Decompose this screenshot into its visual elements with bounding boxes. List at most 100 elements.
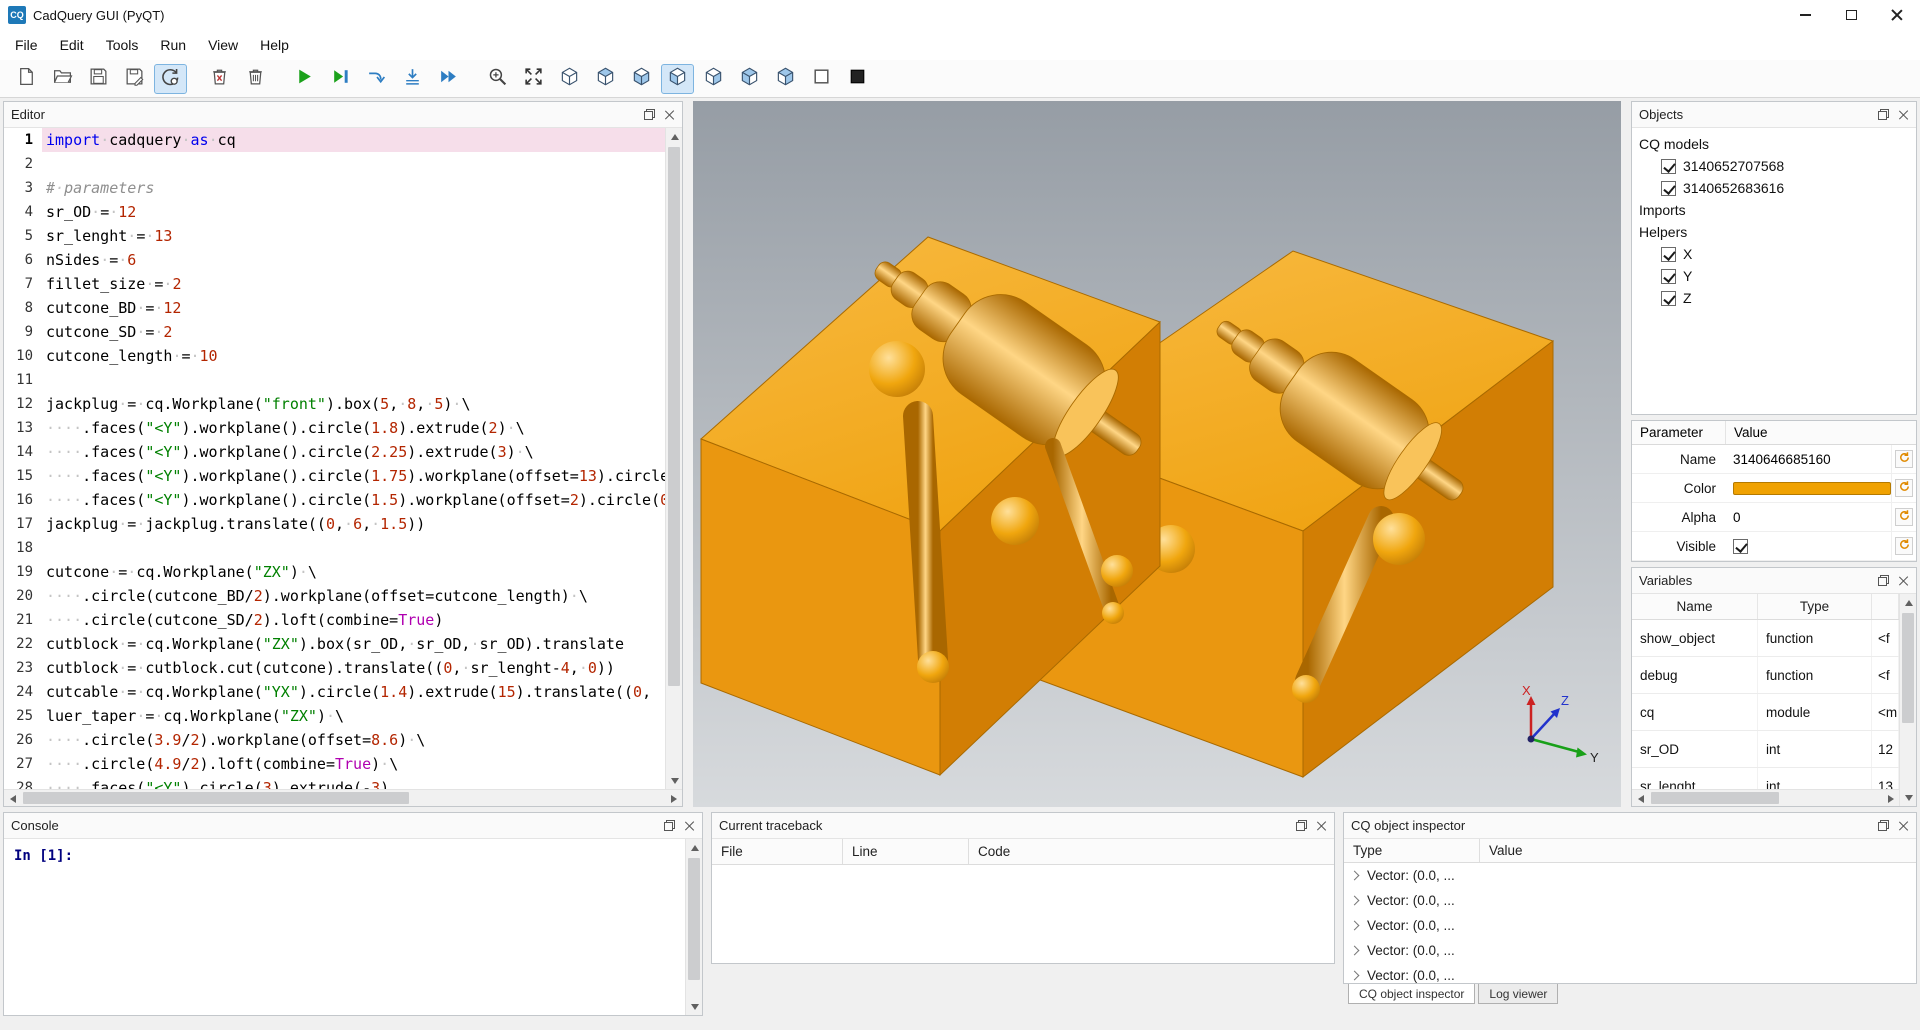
code-line[interactable]: 4sr_OD·=·12 (4, 200, 665, 224)
menu-help[interactable]: Help (249, 32, 300, 58)
code-line[interactable]: 16····.faces("<Y").workplane().circle(1.… (4, 488, 665, 512)
scroll-right-icon[interactable] (1882, 790, 1899, 807)
view-front-button[interactable] (661, 64, 694, 94)
menu-file[interactable]: File (4, 32, 49, 58)
code-line[interactable]: 19cutcone·=·cq.Workplane("ZX")·\ (4, 560, 665, 584)
code-line[interactable]: 22cutblock·=·cq.Workplane("ZX").box(sr_O… (4, 632, 665, 656)
wireframe-mode-button[interactable] (805, 64, 838, 94)
scrollbar-thumb[interactable] (668, 147, 680, 686)
variable-row-debug[interactable]: debugfunction<f (1632, 657, 1899, 694)
tree-item-y[interactable]: Y (1634, 265, 1914, 287)
code-line[interactable]: 23cutblock·=·cutblock.cut(cutcone).trans… (4, 656, 665, 680)
scrollbar-thumb[interactable] (1651, 792, 1779, 804)
code-line[interactable]: 27····.circle(4.9/2).loft(combine=True)·… (4, 752, 665, 776)
scroll-left-icon[interactable] (4, 790, 21, 807)
code-line[interactable]: 11 (4, 368, 665, 392)
tree-item-3140652707568[interactable]: 3140652707568 (1634, 155, 1914, 177)
reset-button[interactable] (1895, 537, 1913, 555)
editor-horizontal-scrollbar[interactable] (4, 789, 682, 806)
expand-chevron-icon[interactable] (1350, 921, 1360, 931)
expand-chevron-icon[interactable] (1350, 971, 1360, 981)
reset-button[interactable] (1895, 508, 1913, 526)
shaded-mode-button[interactable] (841, 64, 874, 94)
code-line[interactable]: 5sr_lenght·=·13 (4, 224, 665, 248)
code-line[interactable]: 17jackplug·=·jackplug.translate((0,·6,·1… (4, 512, 665, 536)
continue-debug-button[interactable] (432, 64, 465, 94)
console-vertical-scrollbar[interactable] (685, 839, 702, 1015)
property-value[interactable]: 3140646685160 (1733, 452, 1831, 467)
step-over-button[interactable] (360, 64, 393, 94)
tree-item-z[interactable]: Z (1634, 287, 1914, 309)
view-back-button[interactable] (697, 64, 730, 94)
scroll-left-icon[interactable] (1632, 790, 1649, 807)
inspector-row[interactable]: Vector: (0.0, ... (1344, 963, 1916, 983)
code-line[interactable]: 12jackplug·=·cq.Workplane("front").box(5… (4, 392, 665, 416)
scroll-up-icon[interactable] (1900, 594, 1917, 611)
code-line[interactable]: 24cutcable·=·cq.Workplane("YX").circle(1… (4, 680, 665, 704)
menu-tools[interactable]: Tools (95, 32, 150, 58)
clear-console-button[interactable] (203, 64, 236, 94)
variable-row-sr_OD[interactable]: sr_ODint12 (1632, 731, 1899, 768)
save-as-script-button[interactable] (118, 64, 151, 94)
code-line[interactable]: 1import·cadquery·as·cq (4, 128, 665, 152)
tree-item-helpers[interactable]: Helpers (1634, 221, 1914, 243)
close-panel-icon[interactable] (1898, 575, 1909, 586)
code-line[interactable]: 13····.faces("<Y").workplane().circle(1.… (4, 416, 665, 440)
code-line[interactable]: 21····.circle(cutcone_SD/2).loft(combine… (4, 608, 665, 632)
variable-row-sr_lenght[interactable]: sr_lenghtint13 (1632, 768, 1899, 789)
variables-vertical-scrollbar[interactable] (1899, 594, 1916, 806)
tree-item-x[interactable]: X (1634, 243, 1914, 265)
scroll-down-icon[interactable] (666, 772, 683, 789)
reset-button[interactable] (1895, 450, 1913, 468)
view-iso-button[interactable] (553, 64, 586, 94)
color-swatch[interactable] (1733, 482, 1891, 495)
close-panel-icon[interactable] (664, 109, 675, 120)
view-right-button[interactable] (769, 64, 802, 94)
minimize-button[interactable] (1782, 0, 1828, 30)
float-panel-icon[interactable] (664, 820, 675, 831)
maximize-button[interactable] (1828, 0, 1874, 30)
inspector-row[interactable]: Vector: (0.0, ... (1344, 863, 1916, 888)
tab-cq-object-inspector[interactable]: CQ object inspector (1348, 984, 1475, 1004)
new-script-button[interactable] (10, 64, 43, 94)
tab-log-viewer[interactable]: Log viewer (1478, 984, 1558, 1004)
visibility-checkbox[interactable] (1661, 159, 1676, 174)
code-line[interactable]: 7fillet_size·=·2 (4, 272, 665, 296)
scroll-down-icon[interactable] (1900, 789, 1917, 806)
property-value[interactable]: 0 (1733, 510, 1741, 525)
step-into-button[interactable] (396, 64, 429, 94)
variables-horizontal-scrollbar[interactable] (1632, 789, 1899, 806)
console-prompt[interactable]: In [1]: (4, 839, 685, 1015)
code-line[interactable]: 10cutcone_length·=·10 (4, 344, 665, 368)
menu-view[interactable]: View (197, 32, 249, 58)
close-panel-icon[interactable] (1898, 109, 1909, 120)
close-panel-icon[interactable] (1316, 820, 1327, 831)
view-top-button[interactable] (589, 64, 622, 94)
close-panel-icon[interactable] (684, 820, 695, 831)
code-line[interactable]: 28····.faces("<Y").circle(3).extrude(-3) (4, 776, 665, 789)
code-line[interactable]: 25luer_taper·=·cq.Workplane("ZX")·\ (4, 704, 665, 728)
close-panel-icon[interactable] (1898, 820, 1909, 831)
float-panel-icon[interactable] (1878, 820, 1889, 831)
variable-row-show_object[interactable]: show_objectfunction<f (1632, 620, 1899, 657)
code-editor[interactable]: 1import·cadquery·as·cq23#·parameters4sr_… (4, 128, 665, 789)
code-line[interactable]: 8cutcone_BD·=·12 (4, 296, 665, 320)
inspector-row[interactable]: Vector: (0.0, ... (1344, 913, 1916, 938)
run-script-button[interactable] (288, 64, 321, 94)
tree-item-cq-models[interactable]: CQ models (1634, 133, 1914, 155)
code-line[interactable]: 26····.circle(3.9/2).workplane(offset=8.… (4, 728, 665, 752)
inspector-row[interactable]: Vector: (0.0, ... (1344, 938, 1916, 963)
float-panel-icon[interactable] (1296, 820, 1307, 831)
scroll-up-icon[interactable] (666, 128, 683, 145)
code-line[interactable]: 9cutcone_SD·=·2 (4, 320, 665, 344)
view-bottom-button[interactable] (625, 64, 658, 94)
visibility-checkbox[interactable] (1661, 291, 1676, 306)
save-script-button[interactable] (82, 64, 115, 94)
view-left-button[interactable] (733, 64, 766, 94)
menu-edit[interactable]: Edit (49, 32, 95, 58)
visibility-checkbox[interactable] (1661, 181, 1676, 196)
float-panel-icon[interactable] (1878, 575, 1889, 586)
debug-script-button[interactable] (324, 64, 357, 94)
tree-item-imports[interactable]: Imports (1634, 199, 1914, 221)
3d-viewport[interactable]: X Z Y (693, 101, 1621, 807)
